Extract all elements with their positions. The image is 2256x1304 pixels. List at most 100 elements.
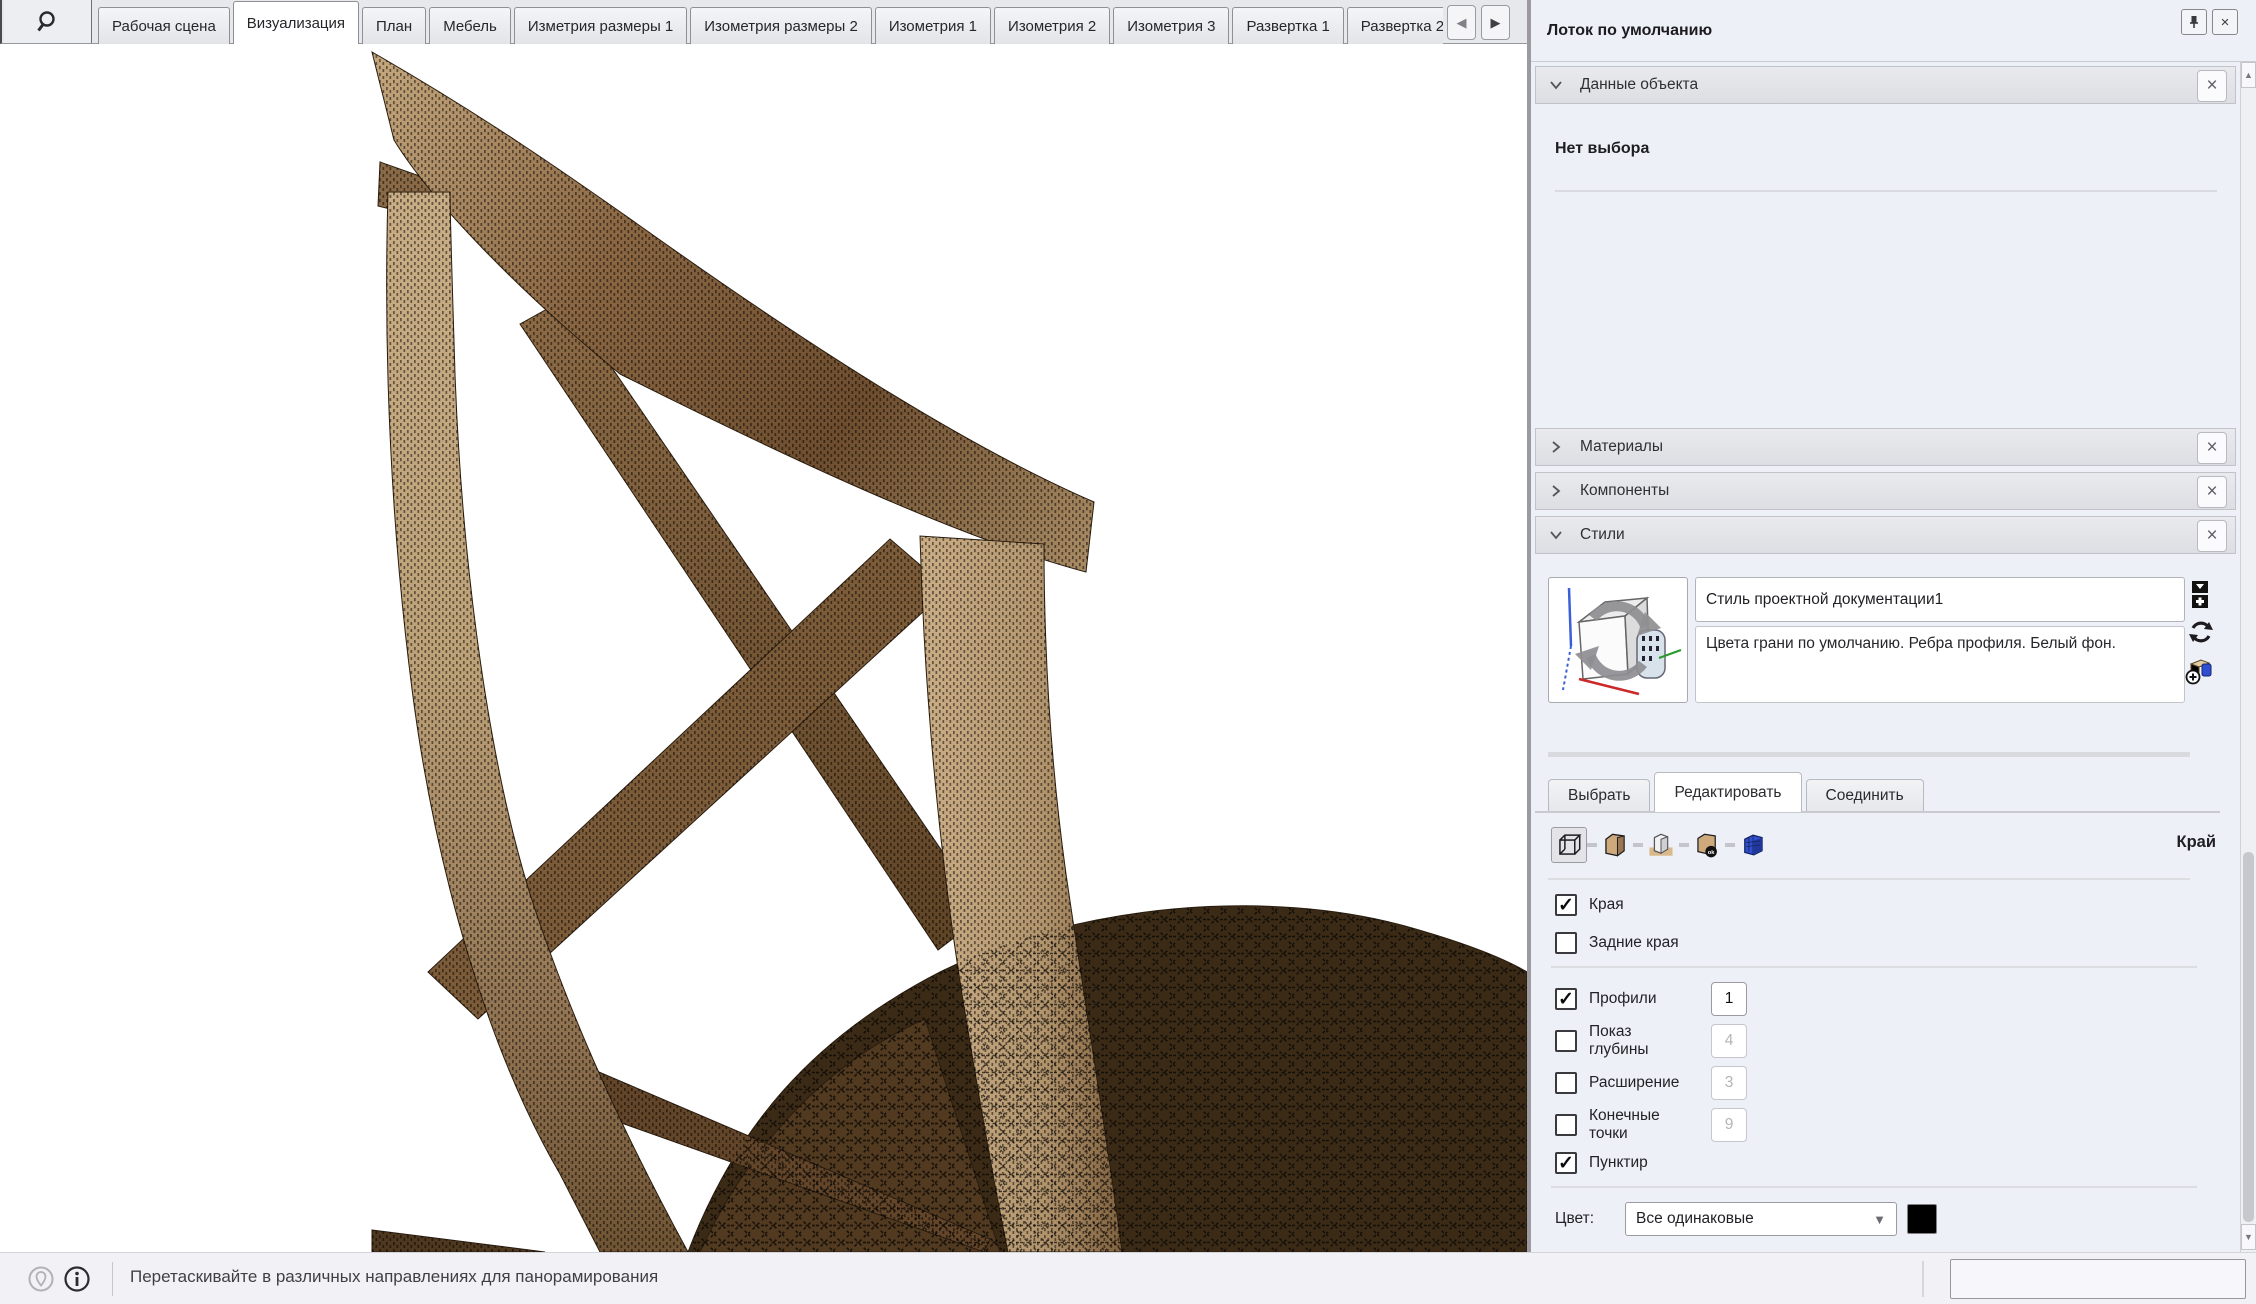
section-components[interactable]: Компоненты ×: [1535, 472, 2236, 510]
scrollbar-thumb[interactable]: [2243, 852, 2254, 1222]
chevron-down-icon: [1548, 77, 1564, 93]
endpoints-value-input[interactable]: 9: [1711, 1108, 1747, 1142]
scroll-up-button[interactable]: ▲: [2241, 62, 2256, 88]
scene-tab[interactable]: Изометрия размеры 2: [690, 7, 872, 44]
tray-scrollbar[interactable]: ▲ ▼: [2240, 62, 2256, 1252]
pin-icon: [2187, 15, 2201, 29]
edge-settings-icon: [1555, 831, 1583, 859]
tray-close-button[interactable]: ×: [2212, 9, 2238, 35]
checkbox-back-edges[interactable]: ✓ Задние края: [1555, 928, 2215, 958]
model-viewport[interactable]: [0, 44, 1527, 1252]
checkbox-depth-cue[interactable]: ✓ Показ глубины4: [1555, 1022, 2215, 1060]
tab-scroll-left-button[interactable]: ◀: [1447, 5, 1476, 40]
scene-tab[interactable]: Изметрия размеры 1: [514, 7, 687, 44]
icon-connector: [1587, 843, 1597, 847]
geolocation-icon: [28, 1266, 54, 1292]
close-icon: ×: [2221, 14, 2230, 31]
secondary-pane-button[interactable]: [2189, 580, 2219, 612]
edge-color-swatch[interactable]: [1907, 1204, 1937, 1234]
search-button[interactable]: [4, 0, 92, 43]
entity-info-status: Нет выбора: [1555, 140, 1649, 158]
checkbox[interactable]: ✓: [1555, 988, 1577, 1010]
scene-tab[interactable]: Развертка 1: [1232, 7, 1343, 44]
scene-tab[interactable]: Визуализация: [233, 1, 359, 44]
tray-title: Лоток по умолчанию: [1547, 0, 1712, 62]
section-styles[interactable]: Стили ×: [1535, 516, 2236, 554]
background-settings-icon: [1647, 831, 1675, 859]
color-mode-value: Все одинаковые: [1636, 1210, 1754, 1228]
create-style-button[interactable]: [2183, 654, 2213, 686]
modeling-settings-button[interactable]: [1735, 827, 1771, 863]
watermark-settings-button[interactable]: ok: [1689, 827, 1725, 863]
measurements-input[interactable]: [1950, 1259, 2246, 1299]
edge-settings-button[interactable]: [1551, 827, 1587, 863]
section-label: Стили: [1580, 526, 1625, 544]
checkbox-endpoints[interactable]: ✓ Конечные точки9: [1555, 1106, 2215, 1144]
tray-pin-button[interactable]: [2181, 9, 2207, 35]
status-bar: Перетаскивайте в различных направлениях …: [0, 1252, 2256, 1304]
tab-baseline: [1535, 811, 2220, 813]
section-close-button[interactable]: ×: [2197, 70, 2227, 102]
pane-title: Край: [2177, 833, 2216, 852]
tab-scroll-right-button[interactable]: ▶: [1481, 5, 1510, 40]
checkbox[interactable]: ✓: [1555, 1072, 1577, 1094]
checkbox-profiles[interactable]: ✓ Профили1: [1555, 980, 2215, 1018]
section-close-button[interactable]: ×: [2197, 520, 2227, 552]
edge-options-panel: ✓ Края ✓ Задние края ✓ Профили1 ✓ Показ …: [1555, 890, 2215, 1236]
scene-tab[interactable]: Развертка 2: [1347, 7, 1443, 44]
background-settings-button[interactable]: [1643, 827, 1679, 863]
checkbox[interactable]: ✓: [1555, 894, 1577, 916]
color-mode-dropdown[interactable]: Все одинаковые ▼: [1625, 1202, 1897, 1236]
chevron-down-icon: ▼: [1873, 1212, 1886, 1227]
icon-connector: [1725, 843, 1735, 847]
search-icon: [35, 9, 61, 35]
section-materials[interactable]: Материалы ×: [1535, 428, 2236, 466]
scene-tab[interactable]: Изометрия 1: [875, 7, 991, 44]
scene-tab[interactable]: Изометрия 3: [1113, 7, 1229, 44]
extension-value-input[interactable]: 3: [1711, 1066, 1747, 1100]
scene-tab[interactable]: Рабочая сцена: [98, 7, 230, 44]
update-style-button[interactable]: [2187, 618, 2217, 650]
modeling-settings-icon: [1739, 831, 1767, 859]
style-name-input[interactable]: [1695, 577, 2185, 622]
scene-tab[interactable]: Мебель: [429, 7, 511, 44]
scene-tab-bar: Рабочая сцена Визуализация План Мебель И…: [0, 0, 1531, 44]
scene-tab[interactable]: План: [362, 7, 426, 44]
divider: [1548, 878, 2190, 880]
checkbox[interactable]: ✓: [1555, 1114, 1577, 1136]
face-settings-button[interactable]: [1597, 827, 1633, 863]
svg-text:ok: ok: [1708, 850, 1716, 856]
default-tray-panel: Лоток по умолчанию × Данные объекта × Не…: [1531, 0, 2256, 1252]
section-label: Компоненты: [1580, 482, 1669, 500]
checkbox[interactable]: ✓: [1555, 1030, 1577, 1052]
chevron-right-icon: [1548, 483, 1564, 499]
style-preview-icon: [1549, 578, 1687, 702]
tab-select[interactable]: Выбрать: [1548, 779, 1650, 812]
checkbox[interactable]: ✓: [1555, 932, 1577, 954]
depth-cue-value-input[interactable]: 4: [1711, 1024, 1747, 1058]
scroll-down-button[interactable]: ▼: [2241, 1224, 2256, 1250]
checkbox-dashes[interactable]: ✓ Пунктир: [1555, 1148, 2215, 1178]
tab-edit[interactable]: Редактировать: [1654, 772, 1801, 812]
section-close-button[interactable]: ×: [2197, 476, 2227, 508]
sketchup-window: Рабочая сцена Визуализация План Мебель И…: [0, 0, 2256, 1304]
section-entity-info[interactable]: Данные объекта ×: [1535, 66, 2236, 104]
icon-connector: [1633, 843, 1643, 847]
watermark-settings-icon: ok: [1693, 831, 1721, 859]
profiles-value-input[interactable]: 1: [1711, 982, 1747, 1016]
edit-category-icons: ok: [1551, 826, 1771, 864]
checkbox-extension[interactable]: ✓ Расширение3: [1555, 1064, 2215, 1102]
new-style-icon: [2183, 654, 2215, 686]
scene-tab[interactable]: Изометрия 2: [994, 7, 1110, 44]
style-editor-tabs: Выбрать Редактировать Соединить: [1548, 772, 1928, 812]
checkbox-edges[interactable]: ✓ Края: [1555, 890, 2215, 920]
section-label: Материалы: [1580, 438, 1663, 456]
detach-pane-icon: [2189, 580, 2213, 610]
section-close-button[interactable]: ×: [2197, 432, 2227, 464]
tab-mix[interactable]: Соединить: [1806, 779, 1924, 812]
divider: [112, 1262, 113, 1296]
chevron-down-icon: [1548, 527, 1564, 543]
style-preview-thumbnail[interactable]: [1548, 577, 1688, 703]
checkbox[interactable]: ✓: [1555, 1152, 1577, 1174]
info-icon[interactable]: [64, 1266, 90, 1292]
